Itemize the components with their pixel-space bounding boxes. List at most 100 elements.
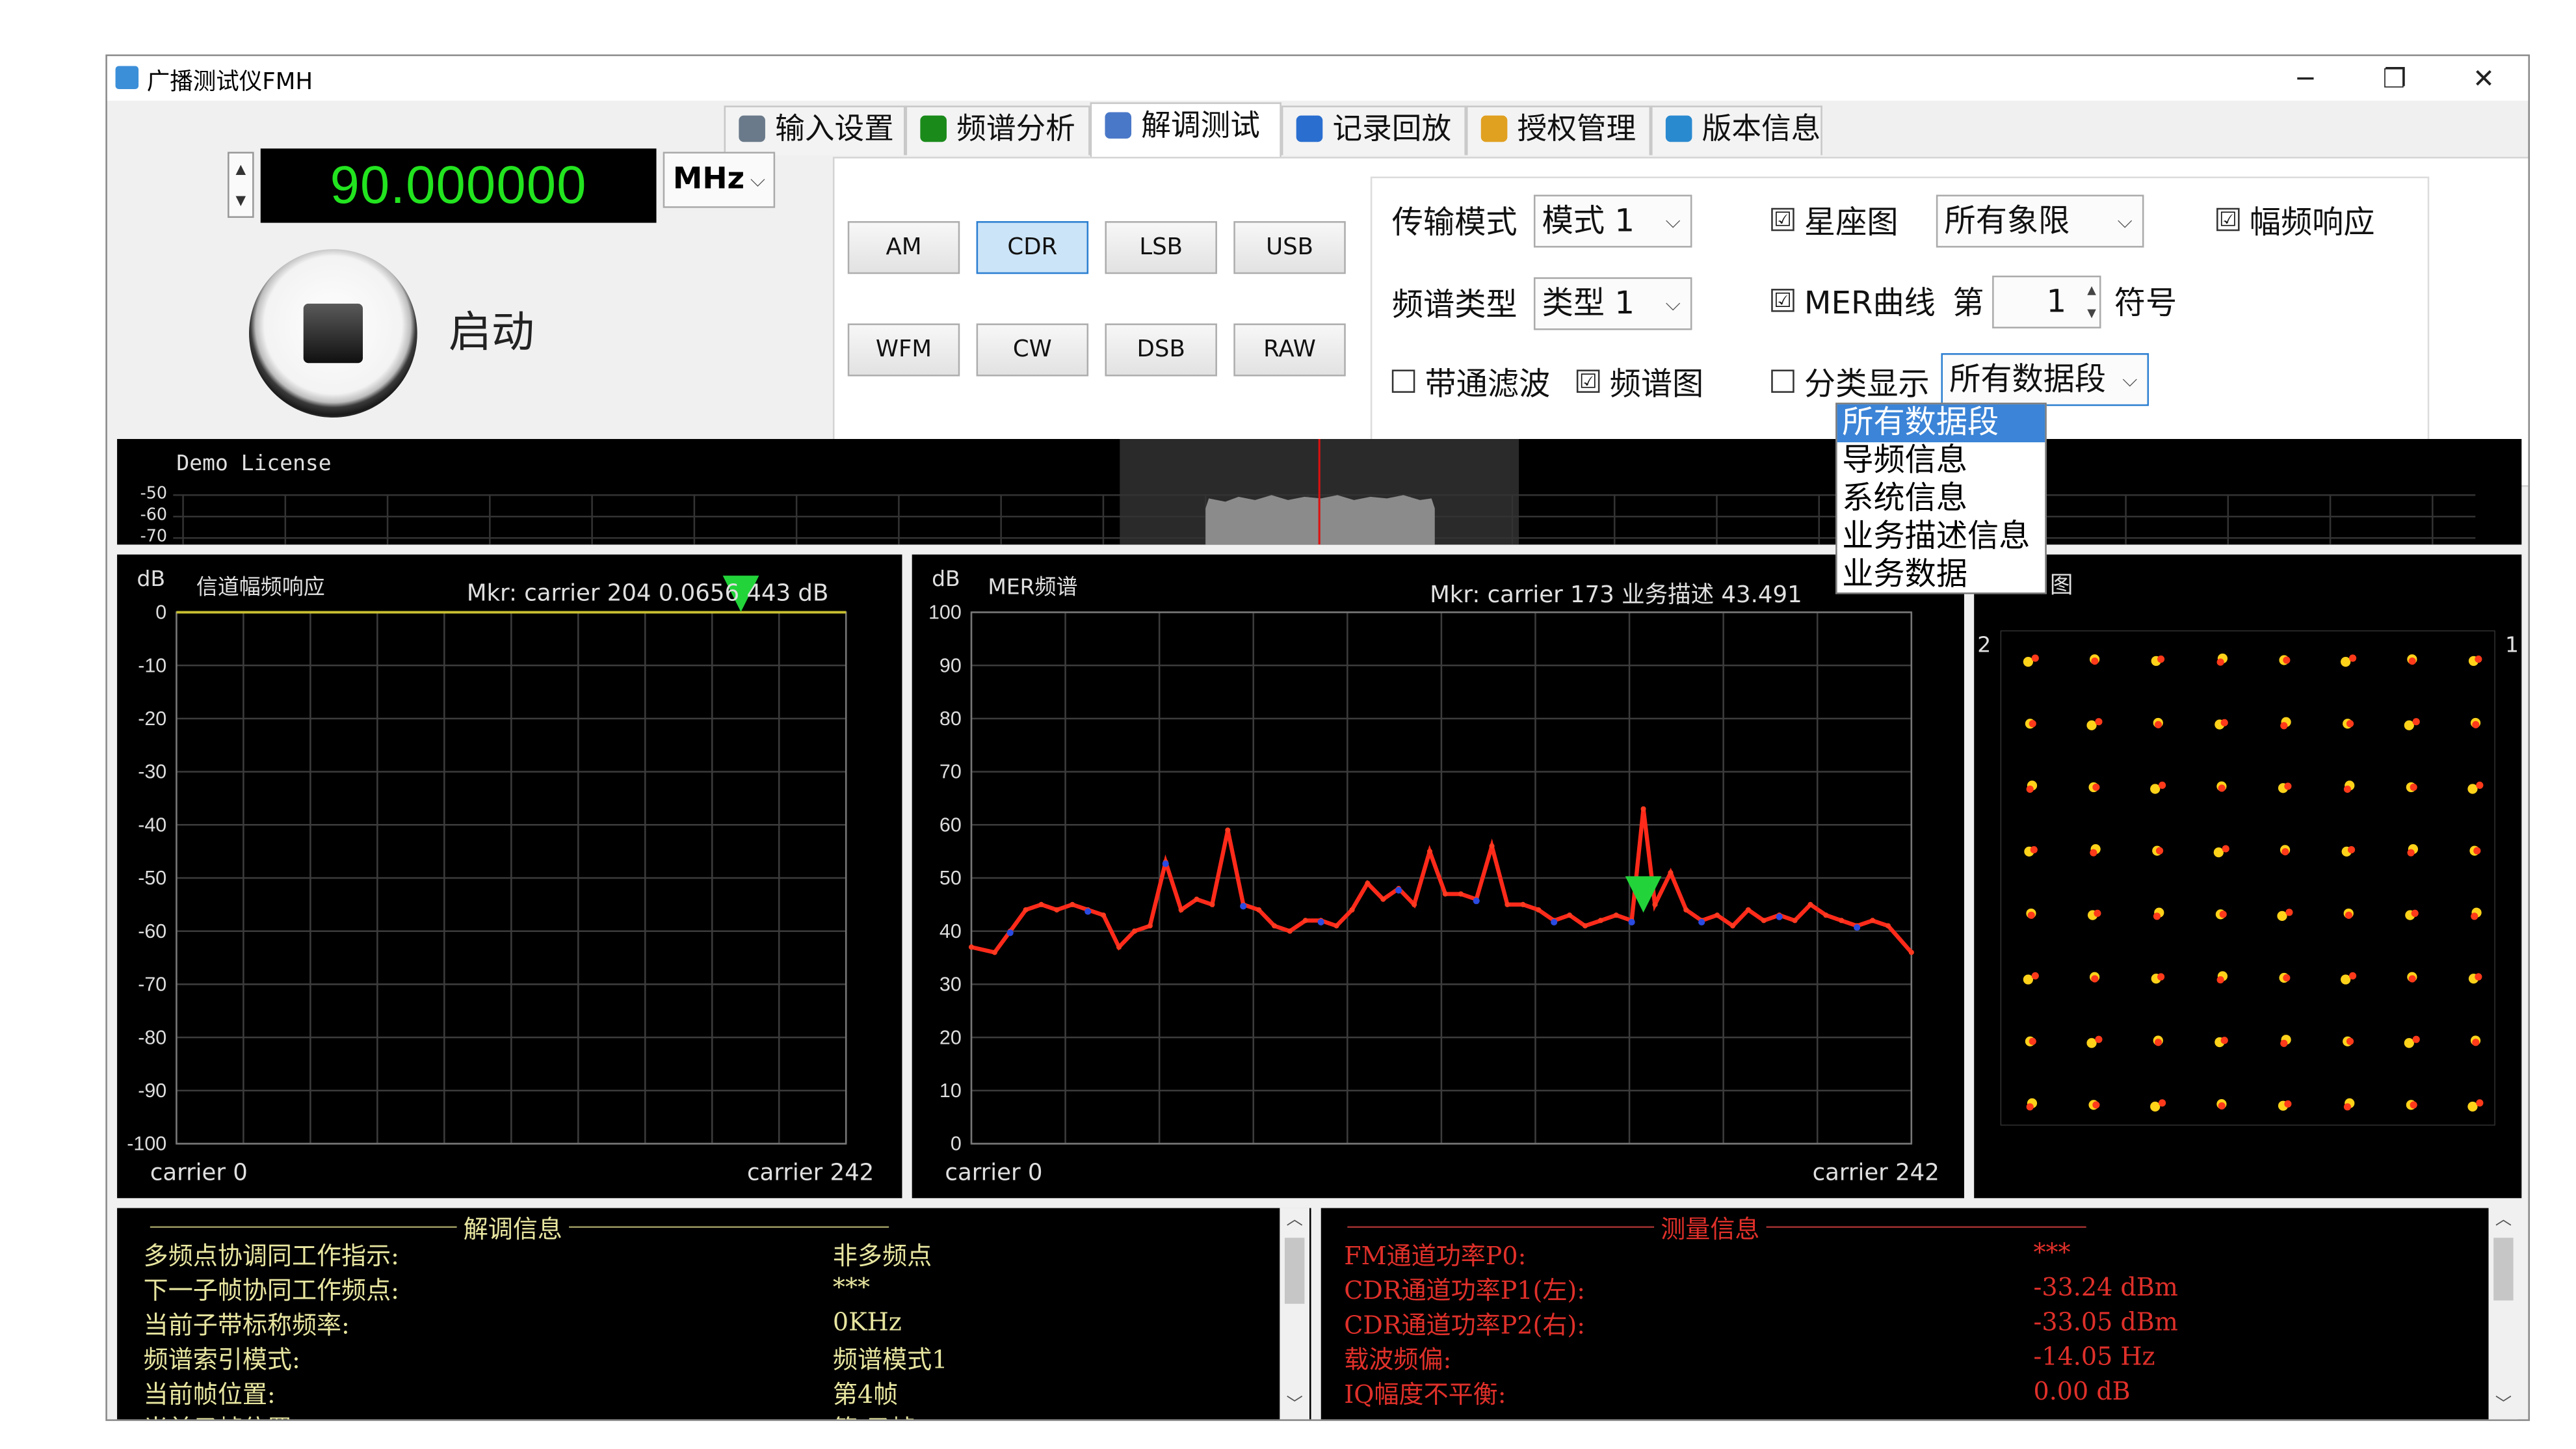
quadrant-select[interactable]: 所有象限 ⌵ [1936,194,2144,248]
info-label: 频谱索引模式: [143,1345,300,1375]
scroll-up-icon[interactable]: ︿ [2489,1208,2519,1235]
chevron-down-icon: ⌵ [2122,367,2138,392]
classify-select[interactable]: 所有数据段 ⌵ [1941,353,2149,406]
data-point [1473,897,1480,905]
amp-freq-checkbox[interactable]: ☑ [2216,207,2240,232]
data-point [1162,860,1169,868]
info-value: 频谱模式1 [832,1345,948,1375]
data-point [1551,918,1558,925]
data-point [1776,913,1783,920]
license-text: Demo License [176,452,332,477]
classify-value: 所有数据段 [1949,361,2107,398]
scroll-thumb[interactable] [2493,1238,2514,1301]
tab-label: 解调测试 [1141,109,1260,144]
y-tick-label: 100 [928,602,962,624]
close-button[interactable]: ✕ [2439,56,2528,101]
info-label: CDR通道功率P1(左): [1344,1275,1586,1306]
x-end-label: carrier 242 [747,1160,874,1187]
demod-info-scrollbar[interactable]: ︿ ﹀ [1280,1208,1309,1420]
mode-button-wfm[interactable]: WFM [847,323,960,377]
tab-1[interactable]: 频谱分析 [905,105,1090,155]
data-point [992,950,997,955]
chart-ylabel: dB [137,567,166,592]
scroll-down-icon[interactable]: ﹀ [2489,1393,2519,1420]
constellation-point [2411,909,2419,917]
scroll-down-icon[interactable]: ﹀ [1280,1393,1309,1420]
tab-label: 版本信息 [1702,112,1821,147]
dropdown-option[interactable]: 所有数据段 [1837,404,2045,443]
symbol-spinner[interactable]: 1 ▲ ▼ [1992,275,2101,328]
measure-info-scrollbar[interactable]: ︿ ﹀ [2488,1208,2519,1420]
y-tick-label: 60 [940,814,962,836]
dropdown-option[interactable]: 业务数据 [1837,556,2045,594]
spin-up-icon[interactable]: ▲ [230,153,253,185]
mode-button-cw[interactable]: CW [976,323,1089,377]
symbol-value: 1 [2046,284,2067,321]
transmission-mode-select[interactable]: 模式 1 ⌵ [1533,194,1692,248]
scroll-thumb[interactable] [1284,1238,1305,1304]
data-point [1256,907,1262,913]
mode-button-cdr[interactable]: CDR [976,221,1089,274]
mode-button-raw[interactable]: RAW [1233,323,1346,377]
mode-button-usb[interactable]: USB [1233,221,1346,274]
constellation-checkbox[interactable]: ☑ [1771,207,1794,232]
data-point [1683,907,1689,913]
chevron-down-icon: ⌵ [1665,292,1681,315]
constellation-point [2284,782,2292,790]
marker-triangle-icon[interactable] [1625,876,1662,913]
strip-tick: -60 [140,507,168,525]
constellation-point [2094,909,2101,917]
spectrogram-checkbox[interactable]: ☑ [1576,369,1600,393]
constellation-point [2472,721,2480,728]
info-value: 0KHz [832,1307,902,1337]
constellation-point [2029,1037,2036,1045]
constellation-point [2284,1100,2292,1108]
data-point [1054,907,1060,913]
mode-button-am[interactable]: AM [847,221,960,274]
info-label: FM通道功率P0: [1344,1241,1527,1271]
dropdown-option[interactable]: 导频信息 [1837,442,2045,480]
spin-down-icon[interactable]: ▼ [230,185,253,216]
data-point [1582,923,1588,929]
frequency-unit-select[interactable]: MHz ⌵ [663,152,776,208]
chevron-down-icon: ⌵ [1665,209,1681,233]
frequency-display[interactable]: 90.000000 [260,148,657,223]
mode-button-lsb[interactable]: LSB [1105,221,1217,274]
constellation-point [2345,911,2353,919]
constellation-point [2092,783,2100,791]
constellation-point [2219,911,2227,918]
y-tick-label: 10 [940,1080,962,1102]
dropdown-option[interactable]: 业务描述信息 [1837,518,2045,556]
classify-checkbox[interactable] [1771,369,1794,393]
tab-0[interactable]: 输入设置 [724,105,906,155]
strip-tick: -70 [140,528,168,546]
start-button[interactable] [249,249,417,418]
spinner-arrows-icon[interactable]: ▲ ▼ [2087,279,2096,325]
constellation-point [2408,975,2416,983]
spectrum-strip-svg [173,439,2476,545]
minimize-button[interactable]: ─ [2261,56,2350,101]
info-label: 载波频偏: [1344,1345,1452,1375]
spectrum-type-select[interactable]: 类型 1 ⌵ [1533,277,1692,330]
y-tick-label: -20 [138,708,166,730]
info-value: -14.05 Hz [2033,1342,2155,1372]
data-point [1566,912,1573,918]
tab-2[interactable]: 解调测试 [1090,102,1281,157]
tab-3[interactable]: 记录回放 [1281,105,1466,155]
data-point [1023,907,1029,913]
bandpass-checkbox[interactable] [1391,369,1415,393]
y-tick-label: 80 [940,708,962,730]
constellation-point [2220,719,2228,726]
tab-4[interactable]: 授权管理 [1465,105,1651,155]
restore-button[interactable]: ❐ [2350,56,2439,101]
tab-5[interactable]: 版本信息 [1651,105,1822,155]
info-value: *** [832,1272,871,1303]
mode-button-dsb[interactable]: DSB [1105,323,1217,377]
frequency-spinner[interactable]: ▲ ▼ [228,152,254,218]
dropdown-option[interactable]: 系统信息 [1837,480,2045,518]
measure-info-title: 测量信息 [1654,1211,1767,1246]
constellation-point [2086,720,2097,730]
scroll-up-icon[interactable]: ︿ [1280,1208,1309,1235]
mer-curve-checkbox[interactable]: ☑ [1771,289,1794,312]
constellation-point [2029,720,2036,728]
